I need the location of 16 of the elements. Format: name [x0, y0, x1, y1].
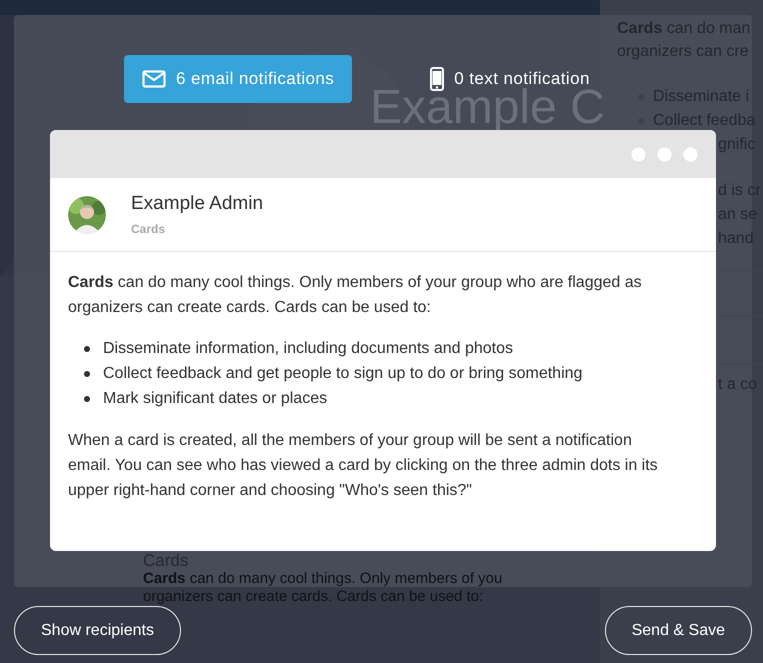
- action-button[interactable]: Show recipients: [14, 606, 181, 655]
- bullet-icon: [84, 396, 90, 402]
- card-intro: Cards can do many cool things. Only members of your group who are flagged as organizers can create cards. Cards can be used to:: [68, 273, 643, 318]
- bullet-text: Collect feedback and get people to sign up to do or bring something: [103, 364, 582, 384]
- background-text: Cards can do many cool things. Only members of you: [143, 570, 504, 588]
- author-name: Example Admin: [131, 192, 264, 216]
- card-outro: When a card is created, all the members of your group will be sent a notification email. You can see who has viewed a card by clicking on the three admin dots in its upper right-hand corner and choosing "Who's seen this?": [68, 431, 659, 501]
- more-options-icon[interactable]: [631, 146, 698, 162]
- bullet-icon: [84, 370, 90, 376]
- bullet-icon: [84, 346, 90, 352]
- notification-tab[interactable]: 0 text notification: [402, 55, 618, 103]
- action-button[interactable]: Send & Save: [604, 606, 752, 655]
- bullet-text: Disseminate information, including documents and photos: [103, 339, 514, 359]
- card-category: Cards: [131, 220, 166, 238]
- bullet-text: Mark significant dates or places: [103, 389, 328, 409]
- envelope-icon: [142, 70, 166, 88]
